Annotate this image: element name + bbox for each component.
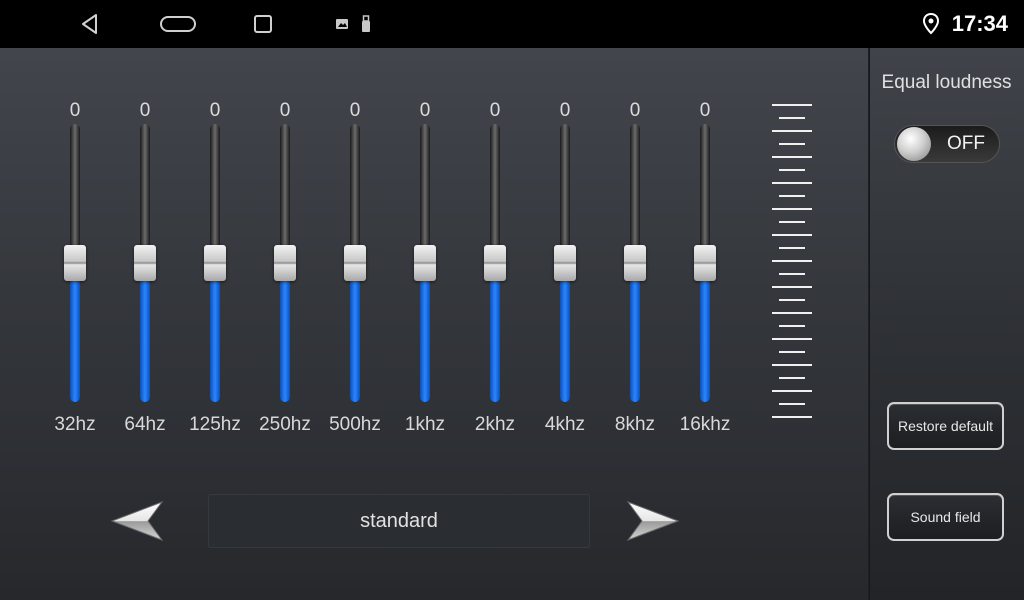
preset-name: standard <box>208 494 590 548</box>
scale-tick <box>779 299 805 301</box>
slider-fill <box>700 277 710 402</box>
slider-thumb[interactable] <box>414 245 436 281</box>
band-value: 0 <box>629 100 641 121</box>
slider-thumb[interactable] <box>694 245 716 281</box>
scale-tick <box>779 273 805 275</box>
slider-fill <box>350 277 360 402</box>
scale-tick <box>779 403 805 405</box>
slider-fill <box>630 277 640 402</box>
band-value: 0 <box>209 100 221 121</box>
scale-tick <box>779 195 805 197</box>
sound-field-button[interactable]: Sound field <box>887 493 1004 541</box>
scale-tick <box>772 338 812 340</box>
scale-tick <box>772 364 812 366</box>
scale-tick <box>772 130 812 132</box>
eq-band-32hz: 0 32hz <box>40 48 110 448</box>
scale-tick <box>772 208 812 210</box>
band-label: 16khz <box>679 414 731 435</box>
usb-notification <box>356 0 376 48</box>
back-icon <box>82 14 97 34</box>
scale-tick <box>779 351 805 353</box>
scale-tick <box>779 143 805 145</box>
home-icon <box>160 16 196 32</box>
recents-icon <box>254 15 272 33</box>
scale-tick <box>772 390 812 392</box>
scale-tick <box>772 156 812 158</box>
scale-tick <box>772 182 812 184</box>
clock: 17:34 <box>951 11 1008 36</box>
scale-tick <box>772 416 812 418</box>
slider-thumb[interactable] <box>484 245 506 281</box>
back-button[interactable] <box>70 0 110 48</box>
band-value: 0 <box>419 100 431 121</box>
band-value: 0 <box>489 100 501 121</box>
restore-default-button[interactable]: Restore default <box>887 402 1004 450</box>
slider-thumb[interactable] <box>554 245 576 281</box>
location-icon <box>922 12 940 35</box>
band-value: 0 <box>139 100 151 121</box>
slider-fill <box>210 277 220 402</box>
eq-band-500hz: 0 500hz <box>320 48 390 448</box>
slider-fill <box>280 277 290 402</box>
db-scale <box>772 104 812 424</box>
slider-thumb[interactable] <box>204 245 226 281</box>
scale-tick <box>772 234 812 236</box>
band-value: 0 <box>559 100 571 121</box>
eq-band-250hz: 0 250hz <box>250 48 320 448</box>
band-value: 0 <box>69 100 81 121</box>
previous-preset-button[interactable] <box>108 496 168 546</box>
toggle-state: OFF <box>947 133 985 154</box>
arrow-right-icon <box>626 500 680 542</box>
scale-tick <box>779 247 805 249</box>
band-value: 0 <box>699 100 711 121</box>
image-icon <box>336 19 348 29</box>
equal-loudness-toggle[interactable]: OFF <box>894 125 1000 163</box>
toggle-knob <box>897 127 931 161</box>
home-button[interactable] <box>155 0 201 48</box>
scale-tick <box>779 377 805 379</box>
scale-tick <box>772 312 812 314</box>
scale-tick <box>772 104 812 106</box>
slider-thumb[interactable] <box>624 245 646 281</box>
slider-fill <box>140 277 150 402</box>
scale-tick <box>779 169 805 171</box>
equal-loudness-title: Equal loudness <box>881 72 1012 93</box>
next-preset-button[interactable] <box>622 496 682 546</box>
slider-thumb[interactable] <box>274 245 296 281</box>
slider-thumb[interactable] <box>134 245 156 281</box>
eq-band-8khz: 0 8khz <box>600 48 670 448</box>
usb-icon <box>362 15 370 32</box>
eq-band-2khz: 0 2khz <box>460 48 530 448</box>
scale-tick <box>779 117 805 119</box>
scale-tick <box>772 286 812 288</box>
scale-tick <box>779 221 805 223</box>
eq-band-16khz: 0 16khz <box>670 48 740 448</box>
slider-thumb[interactable] <box>64 245 86 281</box>
slider-thumb[interactable] <box>344 245 366 281</box>
eq-band-64hz: 0 64hz <box>110 48 180 448</box>
recents-button[interactable] <box>243 0 283 48</box>
eq-band-125hz: 0 125hz <box>180 48 250 448</box>
slider-fill <box>490 277 500 402</box>
arrow-left-icon <box>110 500 164 542</box>
scale-tick <box>779 325 805 327</box>
eq-band-1khz: 0 1khz <box>390 48 460 448</box>
slider-fill <box>420 277 430 402</box>
status-bar: 17:34 <box>0 0 1024 48</box>
location-status <box>922 12 940 40</box>
slider-fill <box>560 277 570 402</box>
band-value: 0 <box>279 100 291 121</box>
eq-band-4khz: 0 4khz <box>530 48 600 448</box>
image-notification <box>332 0 352 48</box>
scale-tick <box>772 260 812 262</box>
band-value: 0 <box>349 100 361 121</box>
slider-fill <box>70 277 80 402</box>
